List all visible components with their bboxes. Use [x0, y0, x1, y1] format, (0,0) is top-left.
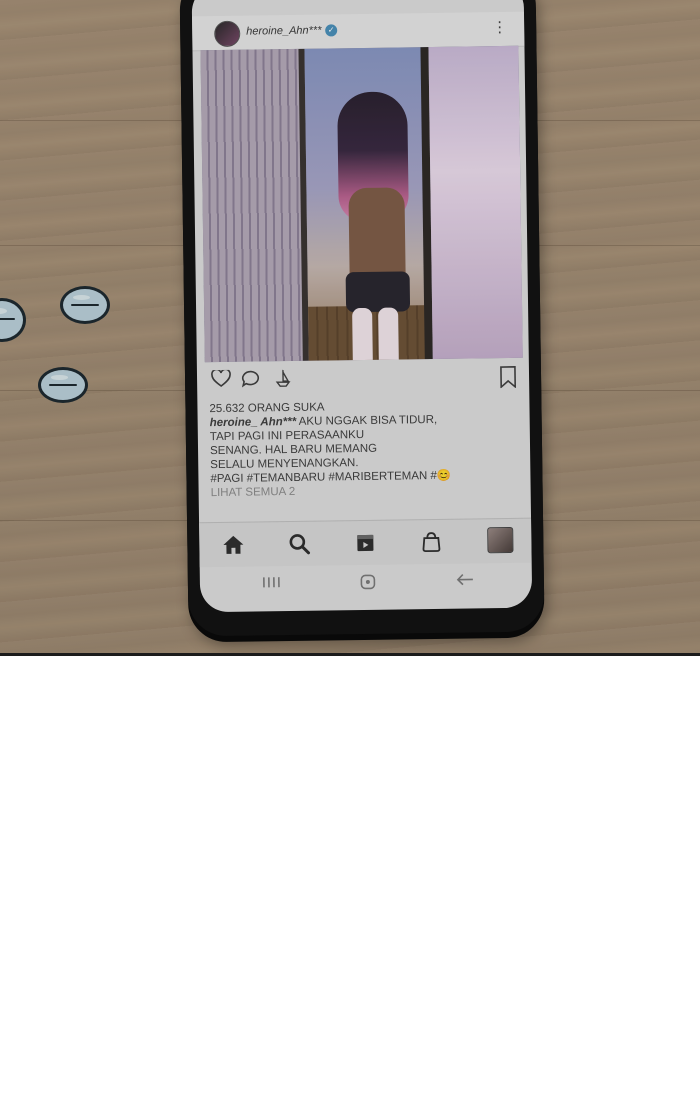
- shop-icon[interactable]: [419, 530, 443, 554]
- caption-text-line: AKU NGGAK BISA TIDUR,: [298, 413, 438, 428]
- curtain: [200, 48, 307, 363]
- woman-shorts: [345, 271, 411, 313]
- system-navigation-bar: [200, 568, 532, 603]
- view-all-comments-link[interactable]: LIHAT SEMUA 2: [211, 482, 521, 500]
- comment-icon[interactable]: [241, 369, 261, 391]
- smartphone: heroine_Ahn*** ✓ ⋮ 25.632 ORANG SUKA her…: [179, 0, 545, 637]
- caption-username[interactable]: heroine_ Ahn***: [210, 416, 297, 429]
- user-avatar[interactable]: [214, 20, 241, 48]
- heart-icon[interactable]: [211, 368, 231, 392]
- post-username[interactable]: heroine_Ahn***: [246, 25, 321, 38]
- reels-icon[interactable]: [353, 531, 377, 555]
- share-icon[interactable]: [273, 369, 293, 391]
- back-icon[interactable]: [456, 572, 474, 590]
- post-photo[interactable]: [200, 45, 523, 363]
- more-options-icon[interactable]: ⋮: [492, 18, 506, 36]
- post-caption: 25.632 ORANG SUKA heroine_ Ahn*** AKU NG…: [209, 398, 520, 500]
- pill: [0, 298, 26, 342]
- verified-badge-icon: ✓: [325, 24, 338, 37]
- system-home-icon[interactable]: [360, 574, 376, 594]
- post-actions: [197, 364, 529, 399]
- bookmark-icon[interactable]: [499, 366, 517, 392]
- woman-leg: [352, 307, 373, 363]
- woman-leg: [378, 307, 399, 363]
- bottom-navigation: [199, 517, 532, 568]
- sunlit-wall: [428, 45, 523, 360]
- profile-avatar[interactable]: [487, 526, 514, 554]
- home-icon[interactable]: [221, 533, 245, 557]
- pill: [60, 286, 110, 324]
- pill: [38, 367, 88, 403]
- phone-screen: heroine_Ahn*** ✓ ⋮ 25.632 ORANG SUKA her…: [191, 0, 533, 613]
- recent-apps-icon[interactable]: [262, 575, 280, 593]
- comic-panel: heroine_Ahn*** ✓ ⋮ 25.632 ORANG SUKA her…: [0, 0, 700, 656]
- search-icon[interactable]: [287, 532, 311, 556]
